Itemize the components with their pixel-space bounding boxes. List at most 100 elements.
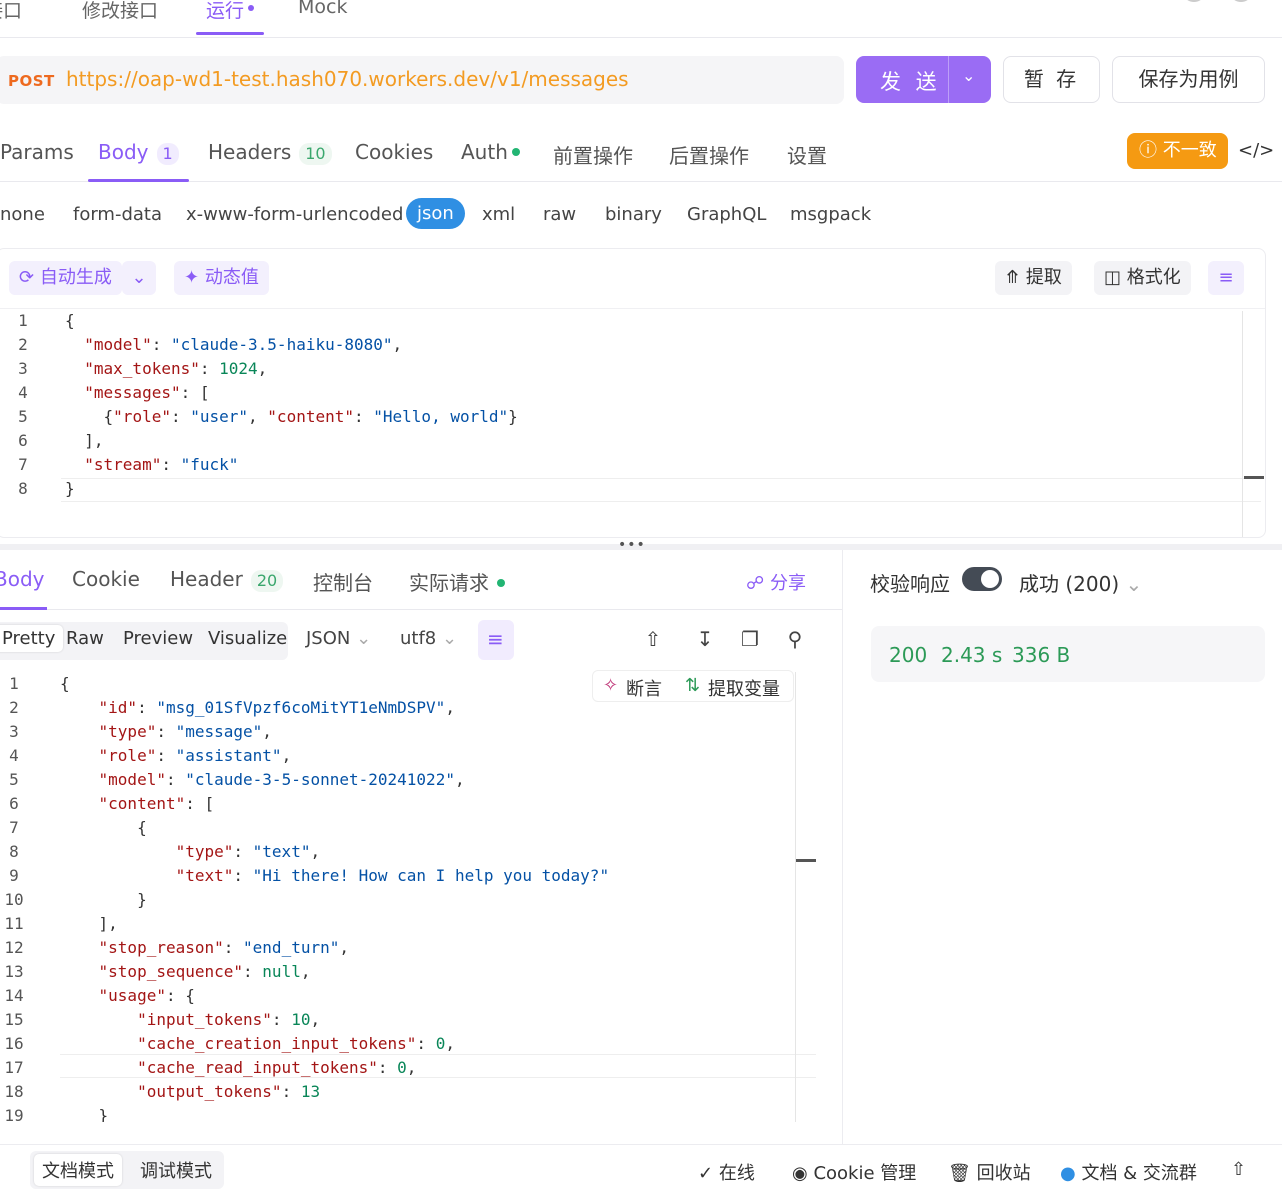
tab-api[interactable]: 接口 (0, 0, 22, 23)
line-number: 2 (18, 335, 28, 354)
wrap-lines-icon[interactable]: ≡ (1208, 261, 1244, 295)
code-line: "type": "message", (98, 722, 272, 741)
resp-tab-actual-request[interactable]: 实际请求 (409, 567, 505, 596)
body-type-msgpack[interactable]: msgpack (790, 204, 871, 225)
chevron-down-icon: ⌄ (442, 628, 458, 649)
copy-icon[interactable]: ❐ (739, 628, 761, 650)
response-body-viewer[interactable]: 1 {2 "id": "msg_01SfVpzf6coMitYT1eNmDSPV"… (0, 672, 818, 1122)
body-type-xml[interactable]: xml (482, 204, 515, 225)
body-type-none[interactable]: none (0, 204, 45, 225)
resp-tab-console[interactable]: 控制台 (313, 567, 373, 596)
panel-splitter[interactable]: ••• (0, 537, 1282, 553)
format-button[interactable]: ◫ 格式化 (1094, 261, 1191, 295)
extract-button[interactable]: ⤊ 提取 (995, 261, 1072, 295)
docs-group-button[interactable]: ● 文档 & 交流群 (1060, 1159, 1197, 1185)
code-line: "cache_creation_input_tokens": 0, (137, 1034, 455, 1053)
view-preview[interactable]: Preview (123, 628, 193, 649)
save-as-case-button[interactable]: 保存为用例 (1112, 56, 1265, 103)
auto-generate-button[interactable]: ⟳ 自动生成 (9, 261, 122, 295)
line-number: 8 (9, 842, 19, 861)
format-select[interactable]: JSON ⌄ (306, 628, 371, 649)
body-type-raw[interactable]: raw (543, 204, 576, 225)
line-number: 9 (9, 866, 19, 885)
format-label: 格式化 (1126, 267, 1181, 288)
save-draft-button[interactable]: 暂 存 (1003, 56, 1100, 103)
assert-button[interactable]: 断言 (626, 675, 662, 701)
url-input[interactable]: https://oap-wd1-test.hash070.workers.dev… (66, 67, 629, 91)
chevron-down-icon[interactable]: ⌄ (962, 66, 975, 85)
mismatch-label: 不一致 (1162, 140, 1217, 161)
edit-icon[interactable] (1182, 0, 1206, 2)
scroll-top-icon[interactable]: ⇧ (1231, 1159, 1246, 1180)
view-visualize[interactable]: Visualize (208, 628, 287, 649)
request-body-editor[interactable]: ⟳ 自动生成 ⌄ ✦ 动态值 ⤊ 提取 ◫ 格式化 ≡ 1 {2 "model":… (0, 248, 1266, 538)
send-button[interactable]: 发 送 ⌄ (856, 56, 991, 103)
warning-icon: ⓘ (1139, 140, 1157, 161)
tab-body[interactable]: Body 1 (88, 140, 189, 182)
line-number: 12 (4, 938, 24, 957)
tab-auth[interactable]: Auth (461, 140, 520, 164)
response-stats: 200 2.43 s 336 B (871, 626, 1265, 682)
mismatch-button[interactable]: ⓘ 不一致 (1127, 133, 1228, 169)
chevron-down-icon: ⌄ (356, 628, 372, 649)
current-line-highlight (61, 478, 1261, 502)
resp-tab-body[interactable]: Body (0, 567, 46, 610)
extract-variable-button[interactable]: 提取变量 (708, 675, 780, 701)
http-method[interactable]: POST (8, 72, 55, 90)
dynamic-value-button[interactable]: ✦ 动态值 (174, 261, 269, 295)
search-icon[interactable]: ⚲ (784, 628, 806, 650)
url-bar[interactable]: POST https://oap-wd1-test.hash070.worker… (0, 56, 844, 104)
upload-icon[interactable]: ⇧ (642, 628, 664, 650)
body-type-binary[interactable]: binary (605, 204, 662, 225)
line-number: 5 (18, 407, 28, 426)
download-icon[interactable]: ↧ (694, 628, 716, 650)
response-scrollbar[interactable] (795, 672, 796, 1122)
online-status[interactable]: ✓ 在线 (698, 1159, 755, 1185)
chat-icon: ● (1060, 1163, 1076, 1184)
encoding-select[interactable]: utf8 ⌄ (400, 628, 457, 649)
tab-post-actions[interactable]: 后置操作 (669, 140, 749, 169)
chevron-down-icon[interactable]: ⌄ (122, 261, 156, 295)
online-label: 在线 (718, 1163, 755, 1184)
tab-edit-api[interactable]: 修改接口 (82, 0, 158, 23)
body-type-form-data[interactable]: form-data (73, 204, 162, 225)
line-number: 18 (4, 1082, 24, 1101)
shield-icon[interactable] (1229, 0, 1253, 2)
tab-cookies[interactable]: Cookies (355, 140, 433, 164)
code-line: { (65, 311, 75, 330)
line-number: 7 (18, 455, 28, 474)
view-mode-tabs: Pretty Raw Preview Visualize (0, 622, 288, 660)
tab-params[interactable]: Params (0, 140, 74, 164)
code-line: "content": [ (98, 794, 215, 813)
line-number: 7 (9, 818, 19, 837)
resp-tab-header[interactable]: Header 20 (170, 567, 284, 592)
verify-response-toggle[interactable] (962, 567, 1002, 591)
tab-mock[interactable]: Mock (298, 0, 347, 18)
recycle-bin-button[interactable]: 🗑 回收站 (948, 1159, 1031, 1185)
body-type-urlencoded[interactable]: x-www-form-urlencoded (186, 204, 403, 225)
tab-pre-actions[interactable]: 前置操作 (553, 140, 633, 169)
body-type-graphql[interactable]: GraphQL (687, 204, 766, 225)
success-select[interactable]: 成功 (200) ⌄ (1019, 568, 1142, 597)
cookie-manager-button[interactable]: ◉ Cookie 管理 (792, 1159, 916, 1185)
view-raw[interactable]: Raw (66, 628, 104, 649)
drag-handle-icon[interactable]: ••• (618, 537, 646, 553)
send-label: 发 送 (880, 70, 941, 94)
share-button[interactable]: ☍ 分享 (746, 569, 806, 595)
chevron-down-icon: ⌄ (1125, 572, 1143, 596)
code-line: "role": "assistant", (98, 746, 292, 765)
editor-scrollbar[interactable] (1242, 311, 1243, 537)
tab-run[interactable]: 运行 (195, 0, 265, 35)
resp-tab-cookie[interactable]: Cookie (72, 567, 140, 591)
code-line: "input_tokens": 10, (137, 1010, 321, 1029)
tab-settings[interactable]: 设置 (787, 140, 827, 169)
view-pretty[interactable]: Pretty (0, 625, 64, 652)
wrap-lines-icon[interactable]: ≡ (478, 620, 514, 660)
line-number: 10 (4, 890, 24, 909)
code-icon[interactable]: </> (1238, 140, 1274, 161)
debug-mode-button[interactable]: 调试模式 (140, 1157, 212, 1183)
body-type-json[interactable]: json (406, 198, 465, 229)
line-number: 1 (18, 311, 28, 330)
doc-mode-button[interactable]: 文档模式 (34, 1154, 122, 1186)
tab-headers[interactable]: Headers 10 (208, 140, 332, 165)
